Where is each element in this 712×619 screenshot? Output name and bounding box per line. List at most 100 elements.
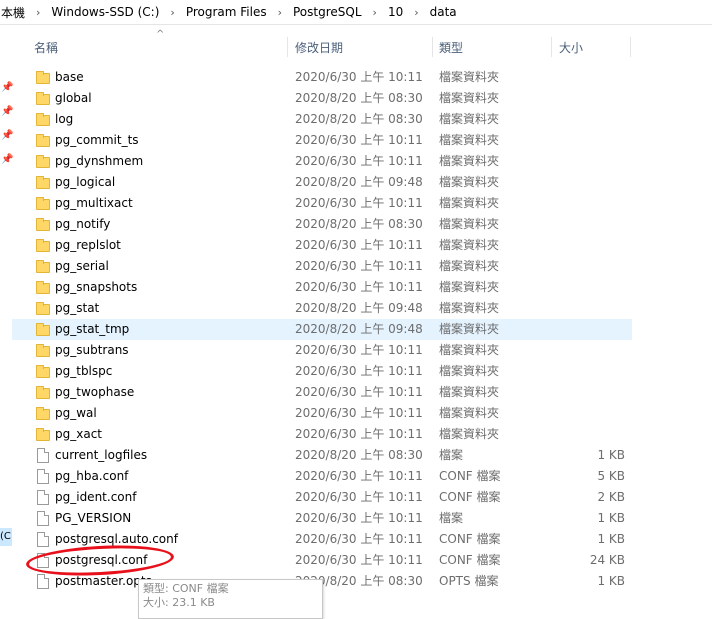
file-name: current_logfiles [55,448,148,462]
file-row[interactable]: pg_xact 2020/6/30 上午 10:11 檔案資料夾 [12,424,632,445]
file-modified-date: 2020/6/30 上午 10:11 [295,70,423,84]
column-divider[interactable] [551,37,552,57]
column-header-name[interactable]: 名稱 [34,35,58,59]
file-type: 檔案資料夾 [439,133,500,147]
file-modified-date: 2020/8/20 上午 08:30 [295,91,423,105]
file-modified-date: 2020/6/30 上午 10:11 [295,364,423,378]
column-header-bar: ^ 名稱 修改日期 類型 大小 [12,29,632,59]
breadcrumb-label: Program Files [185,5,267,19]
file-modified-date: 2020/6/30 上午 10:11 [295,469,423,483]
file-row[interactable]: pg_hba.conf 2020/6/30 上午 10:11 CONF 檔案 5 KB [12,466,632,487]
breadcrumb-item[interactable]: data [426,5,461,19]
folder-icon [36,155,50,169]
folder-icon [36,407,50,421]
file-modified-date: 2020/6/30 上午 10:11 [295,406,423,420]
file-row[interactable]: pg_tblspc 2020/6/30 上午 10:11 檔案資料夾 [12,361,632,382]
chevron-right-icon[interactable]: › [407,6,425,19]
file-modified-date: 2020/6/30 上午 10:11 [295,553,423,567]
file-size: 2 KB [597,490,625,504]
file-name: global [55,91,92,105]
chevron-right-icon[interactable]: › [271,6,289,19]
pin-icon[interactable]: 📌 [1,107,13,117]
file-row[interactable]: current_logfiles 2020/8/20 上午 08:30 檔案 1 KB [12,445,632,466]
file-size: 1 KB [597,532,625,546]
file-row[interactable]: PG_VERSION 2020/6/30 上午 10:11 檔案 1 KB [12,508,632,529]
breadcrumb-item[interactable]: 本機 [0,4,29,21]
file-name: pg_serial [55,259,109,273]
file-type: 檔案資料夾 [439,385,500,399]
file-list: base 2020/6/30 上午 10:11 檔案資料夾 global 2020/8/… [12,67,632,592]
file-tooltip: 類型: CONF 檔案 大小: 23.1 KB [138,579,323,619]
file-row[interactable]: pg_dynshmem 2020/6/30 上午 10:11 檔案資料夾 [12,151,632,172]
file-icon [36,511,50,526]
pin-icon[interactable]: 📌 [1,155,13,165]
file-type: OPTS 檔案 [439,574,499,588]
file-name: pg_dynshmem [55,154,144,168]
pin-icon[interactable]: 📌 [1,83,13,93]
file-size: 1 KB [597,511,625,525]
file-icon [36,490,50,505]
file-modified-date: 2020/6/30 上午 10:11 [295,490,423,504]
chevron-right-icon[interactable]: › [29,6,47,19]
file-row[interactable]: pg_stat 2020/8/20 上午 09:48 檔案資料夾 [12,298,632,319]
folder-icon [36,197,50,211]
address-bar[interactable]: 本機 › Windows-SSD (C:) › Program Files › Postgr… [0,0,712,25]
column-header-type[interactable]: 類型 [439,35,463,59]
file-row[interactable]: pg_subtrans 2020/6/30 上午 10:11 檔案資料夾 [12,340,632,361]
file-size: 24 KB [589,553,625,567]
folder-icon [36,113,50,127]
file-row[interactable]: pg_snapshots 2020/6/30 上午 10:11 檔案資料夾 [12,277,632,298]
column-header-size[interactable]: 大小 [559,35,583,59]
file-modified-date: 2020/6/30 上午 10:11 [295,133,423,147]
file-row[interactable]: pg_stat_tmp 2020/8/20 上午 09:48 檔案資料夾 [12,319,632,340]
file-modified-date: 2020/8/20 上午 09:48 [295,175,423,189]
file-name: pg_notify [55,217,111,231]
file-modified-date: 2020/8/20 上午 08:30 [295,112,423,126]
file-name: pg_twophase [55,385,135,399]
breadcrumb-item[interactable]: PostgreSQL [289,5,366,19]
file-name: pg_commit_ts [55,133,139,147]
file-type: 檔案資料夾 [439,406,500,420]
breadcrumb-label: Windows-SSD (C:) [51,5,160,19]
file-type: 檔案資料夾 [439,343,500,357]
file-modified-date: 2020/6/30 上午 10:11 [295,259,423,273]
file-row[interactable]: pg_wal 2020/6/30 上午 10:11 檔案資料夾 [12,403,632,424]
column-divider[interactable] [287,37,288,57]
chevron-right-icon[interactable]: › [366,6,384,19]
file-modified-date: 2020/6/30 上午 10:11 [295,343,423,357]
file-type: CONF 檔案 [439,532,501,546]
chevron-right-icon[interactable]: › [163,6,181,19]
file-modified-date: 2020/6/30 上午 10:11 [295,532,423,546]
column-divider[interactable] [432,37,433,57]
file-type: 檔案資料夾 [439,427,500,441]
file-modified-date: 2020/6/30 上午 10:11 [295,154,423,168]
column-header-modified[interactable]: 修改日期 [295,35,343,59]
file-row[interactable]: pg_notify 2020/8/20 上午 08:30 檔案資料夾 [12,214,632,235]
file-row[interactable]: pg_twophase 2020/6/30 上午 10:11 檔案資料夾 [12,382,632,403]
file-modified-date: 2020/8/20 上午 08:30 [295,217,423,231]
file-modified-date: 2020/6/30 上午 10:11 [295,511,423,525]
file-row[interactable]: log 2020/8/20 上午 08:30 檔案資料夾 [12,109,632,130]
file-row[interactable]: global 2020/8/20 上午 08:30 檔案資料夾 [12,88,632,109]
file-row[interactable]: pg_ident.conf 2020/6/30 上午 10:11 CONF 檔案 2 … [12,487,632,508]
file-row[interactable]: pg_serial 2020/6/30 上午 10:11 檔案資料夾 [12,256,632,277]
breadcrumb-item[interactable]: Windows-SSD (C:) [47,5,163,19]
folder-icon [36,386,50,400]
column-divider[interactable] [630,37,631,57]
file-row[interactable]: pg_commit_ts 2020/6/30 上午 10:11 檔案資料夾 [12,130,632,151]
file-size: 5 KB [597,469,625,483]
file-name: pg_replslot [55,238,121,252]
nav-item-drive-c[interactable]: (C:) [0,528,12,546]
file-row[interactable]: pg_multixact 2020/6/30 上午 10:11 檔案資料夾 [12,193,632,214]
breadcrumb-item[interactable]: 10 [384,5,407,19]
file-size: 1 KB [597,448,625,462]
file-row[interactable]: pg_replslot 2020/6/30 上午 10:11 檔案資料夾 [12,235,632,256]
pin-icon[interactable]: 📌 [1,131,13,141]
file-name: pg_snapshots [55,280,138,294]
folder-icon [36,71,50,85]
file-type: 檔案資料夾 [439,91,500,105]
file-row[interactable]: pg_logical 2020/8/20 上午 09:48 檔案資料夾 [12,172,632,193]
file-row[interactable]: base 2020/6/30 上午 10:11 檔案資料夾 [12,67,632,88]
breadcrumb-item[interactable]: Program Files [182,5,271,19]
folder-icon [36,302,50,316]
